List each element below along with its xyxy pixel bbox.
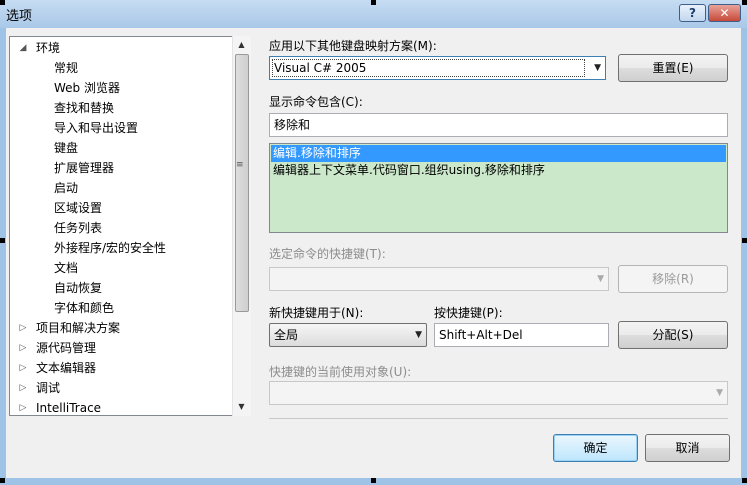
tree-item[interactable]: ▷ 源代码管理 [10, 338, 232, 358]
tree-item[interactable]: 常规 [10, 58, 232, 78]
tree-item-label: 字体和颜色 [54, 301, 115, 315]
collapsed-arrow-icon[interactable]: ▷ [18, 378, 28, 398]
tree-item[interactable]: ▷ 项目和解决方案 [10, 318, 232, 338]
tree-item[interactable]: 键盘 [10, 138, 232, 158]
tree-item[interactable]: ◢ 环境 [10, 38, 232, 58]
press-shortcut-label: 按快捷键(P): [434, 306, 503, 320]
tree-item-label: Web 浏览器 [54, 81, 120, 95]
tree-item[interactable]: 字体和颜色 [10, 298, 232, 318]
mapping-scheme-select[interactable]: Visual C# 2005 ▼ [269, 56, 606, 80]
resize-handle-right[interactable] [742, 238, 747, 243]
tree-item[interactable]: ▷ 文本编辑器 [10, 358, 232, 378]
tree-item-label: 常规 [54, 61, 79, 75]
tree-scrollbar[interactable]: ▲ ≡ ▼ [232, 36, 251, 416]
command-list[interactable]: 编辑.移除和排序 编辑器上下文菜单.代码窗口.组织using.移除和排序 [269, 143, 728, 233]
tree-item[interactable]: 启动 [10, 178, 232, 198]
scroll-thumb[interactable] [235, 54, 249, 312]
tree-item-label: 源代码管理 [36, 341, 97, 355]
expanded-arrow-icon[interactable]: ◢ [18, 38, 28, 58]
focus-rect [272, 59, 585, 77]
resize-handle-bottom-right[interactable] [742, 478, 747, 483]
tree-item[interactable]: 外接程序/宏的安全性 [10, 238, 232, 258]
collapsed-arrow-icon[interactable]: ▷ [18, 338, 28, 358]
tree-item[interactable]: 区域设置 [10, 198, 232, 218]
tree-item-label: 自动恢复 [54, 281, 103, 295]
grip-icon: ≡ [236, 160, 244, 170]
resize-handle-top[interactable] [371, 0, 376, 5]
tree-item[interactable]: 查找和替换 [10, 98, 232, 118]
tree-item-label: 启动 [54, 181, 79, 195]
collapsed-arrow-icon[interactable]: ▷ [18, 358, 28, 378]
tree-item[interactable]: Web 浏览器 [10, 78, 232, 98]
tree-item-label: 文档 [54, 261, 79, 275]
scope-value: 全局 [274, 328, 299, 342]
separator [269, 418, 728, 419]
tree-item-label: 区域设置 [54, 201, 103, 215]
remove-button[interactable]: 移除(R) [618, 265, 728, 293]
reset-button[interactable]: 重置(E) [618, 54, 728, 82]
dropdown-arrow-icon: ▼ [415, 330, 422, 340]
current-use-select[interactable]: ▼ [269, 381, 728, 405]
resize-handle-bottom[interactable] [371, 478, 376, 483]
tree-item[interactable]: ▷ IntelliTrace [10, 398, 232, 415]
dropdown-arrow-icon: ▼ [594, 63, 601, 73]
resize-handle-top-right[interactable] [742, 0, 747, 5]
dropdown-arrow-icon: ▼ [716, 388, 723, 398]
resize-handle-left[interactable] [0, 238, 5, 243]
tree-item-label: 文本编辑器 [36, 361, 97, 375]
scroll-up-icon[interactable]: ▲ [233, 36, 250, 53]
scope-select[interactable]: 全局 ▼ [269, 323, 427, 347]
current-use-label: 快捷键的当前使用对象(U): [269, 365, 412, 379]
collapsed-arrow-icon[interactable]: ▷ [18, 318, 28, 338]
scroll-down-icon[interactable]: ▼ [233, 398, 250, 415]
tree-item-label: 扩展管理器 [54, 161, 115, 175]
tree-item-label: 键盘 [52, 138, 81, 158]
tree-item-label: 环境 [36, 41, 61, 55]
tree-item[interactable]: 任务列表 [10, 218, 232, 238]
tree-item-label: IntelliTrace [36, 401, 102, 415]
options-dialog: 选项 ? ✕ ◢ 环境常规 Web 浏览器 查找和替换导入和导出设置键盘扩展管理器启动… [0, 0, 747, 485]
tree-item[interactable]: 扩展管理器 [10, 158, 232, 178]
command-item[interactable]: 编辑.移除和排序 [271, 145, 726, 162]
command-filter-input[interactable]: 移除和 [269, 113, 728, 137]
tree-item-label: 任务列表 [54, 221, 103, 235]
tree-item-label: 导入和导出设置 [54, 121, 139, 135]
close-button[interactable]: ✕ [708, 4, 741, 22]
tree-item-label: 项目和解决方案 [36, 321, 121, 335]
options-tree[interactable]: ◢ 环境常规 Web 浏览器 查找和替换导入和导出设置键盘扩展管理器启动区域设置任务列… [9, 36, 251, 416]
command-item[interactable]: 编辑器上下文菜单.代码窗口.组织using.移除和排序 [271, 162, 545, 179]
tree-item[interactable]: 文档 [10, 258, 232, 278]
resize-handle-top-left[interactable] [0, 0, 5, 5]
tree-item-label: 外接程序/宏的安全性 [54, 241, 167, 255]
help-button[interactable]: ? [679, 4, 706, 22]
shortcuts-select[interactable]: ▼ [269, 267, 609, 291]
collapsed-arrow-icon[interactable]: ▷ [18, 398, 28, 415]
resize-handle-bottom-left[interactable] [0, 478, 5, 483]
tree-item[interactable]: ▷ 调试 [10, 378, 232, 398]
tree-item[interactable]: 导入和导出设置 [10, 118, 232, 138]
scope-label: 新快捷键用于(N): [269, 306, 364, 320]
mapping-label: 应用以下其他键盘映射方案(M): [269, 39, 437, 53]
assign-button[interactable]: 分配(S) [618, 321, 728, 349]
dropdown-arrow-icon: ▼ [597, 274, 604, 284]
tree-item[interactable]: 自动恢复 [10, 278, 232, 298]
tree-item-label: 调试 [36, 381, 61, 395]
commands-label: 显示命令包含(C): [269, 95, 363, 109]
press-shortcut-input[interactable]: Shift+Alt+Del [434, 323, 609, 347]
cancel-button[interactable]: 取消 [645, 434, 730, 462]
ok-button[interactable]: 确定 [553, 434, 638, 462]
shortcuts-label: 选定命令的快捷键(T): [269, 247, 386, 261]
window-title: 选项 [6, 9, 33, 24]
tree-item-label: 查找和替换 [54, 101, 115, 115]
